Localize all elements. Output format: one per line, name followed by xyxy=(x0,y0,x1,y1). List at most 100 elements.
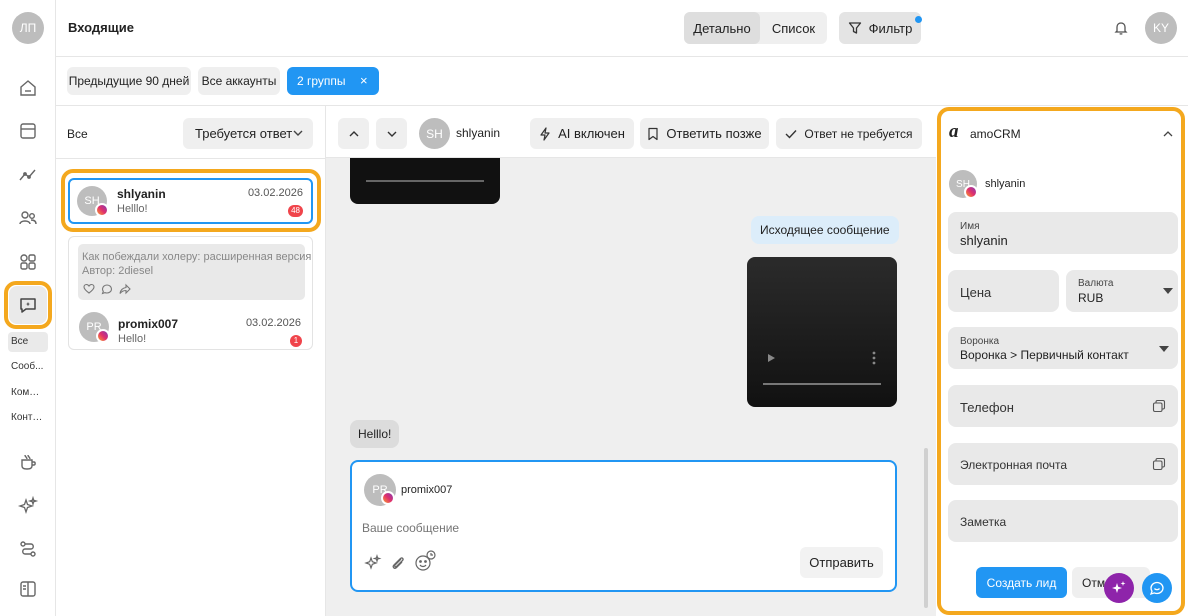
filter-label: Фильтр xyxy=(868,20,913,36)
view-list-button[interactable]: Список xyxy=(760,12,827,44)
view-detail-label: Детально xyxy=(693,20,751,36)
send-button[interactable]: Отправить xyxy=(800,547,883,578)
filter-icon xyxy=(848,21,862,35)
left-rail: ЛП Все Сооб... Комме... Конта... xyxy=(0,0,56,616)
more-vertical-icon[interactable] xyxy=(872,351,876,365)
unread-badge: 48 xyxy=(288,205,303,217)
apps-icon[interactable] xyxy=(17,251,39,273)
quote-author: Автор: 2diesel xyxy=(82,265,154,277)
play-icon[interactable] xyxy=(765,352,777,364)
chat-bubble-icon xyxy=(1149,580,1165,596)
caret-down-icon xyxy=(1163,288,1173,294)
name-field-value: shlyanin xyxy=(960,233,1008,248)
name-field-label: Имя xyxy=(960,221,980,232)
unread-badge: 1 xyxy=(290,335,302,347)
video-message[interactable] xyxy=(350,158,500,204)
reply-later-button[interactable]: Ответить позже xyxy=(640,118,769,149)
book-icon[interactable] xyxy=(17,578,39,600)
sparkle-icon[interactable] xyxy=(17,495,39,517)
emoji-timer-icon[interactable] xyxy=(413,550,437,572)
name-field[interactable]: Имя shlyanin xyxy=(948,212,1178,254)
lightning-icon xyxy=(539,126,551,141)
ai-toggle-button[interactable]: AI включен xyxy=(530,118,634,149)
ai-label: AI включен xyxy=(558,126,625,141)
period-chip[interactable]: Предыдущие 90 дней xyxy=(67,67,191,95)
user-avatar[interactable]: ЛП xyxy=(12,12,44,44)
view-detail-button[interactable]: Детально xyxy=(684,12,760,44)
caret-down-icon xyxy=(1159,346,1169,352)
groups-chip[interactable]: 2 группы × xyxy=(287,67,379,95)
subnav-all[interactable]: Все xyxy=(8,332,48,352)
inbox-nav-button[interactable] xyxy=(9,286,47,324)
avatar-initials: SH xyxy=(426,126,443,141)
groups-clear-icon[interactable]: × xyxy=(360,73,368,88)
users-icon[interactable] xyxy=(17,207,39,229)
send-label: Отправить xyxy=(809,555,874,570)
conversation-name: shlyanin xyxy=(117,187,166,201)
share-icon xyxy=(119,283,131,295)
sparkle-icon xyxy=(1111,580,1127,596)
accounts-label: Все аккаунты xyxy=(201,74,277,88)
status-dropdown-label: Требуется ответ xyxy=(195,126,293,141)
sparkle-icon[interactable] xyxy=(364,554,382,572)
amocrm-logo-icon: a xyxy=(949,121,959,142)
home-icon[interactable] xyxy=(17,77,39,99)
crm-panel: a amoCRM SH shlyanin Имя shlyanin Цена В… xyxy=(936,106,1188,616)
instagram-icon xyxy=(95,203,109,217)
conversation-item[interactable]: Как побеждали холеру: расширенная версия… xyxy=(68,236,313,350)
bookmark-icon xyxy=(647,127,659,141)
chat-area: Исходящее сообщение Helllo! PR promix007… xyxy=(326,158,936,616)
filter-active-dot xyxy=(915,16,922,23)
chevron-up-icon xyxy=(349,130,359,138)
reply-later-label: Ответить позже xyxy=(666,126,762,141)
crm-contact-name: shlyanin xyxy=(985,178,1026,190)
currency-select[interactable]: Валюта RUB xyxy=(1066,270,1178,312)
composer-username: promix007 xyxy=(401,484,453,496)
chat-header: SH shlyanin AI включен Ответить позже От… xyxy=(326,106,936,158)
status-dropdown[interactable]: Требуется ответ xyxy=(183,118,313,149)
period-label: Предыдущие 90 дней xyxy=(68,74,190,88)
note-field[interactable]: Заметка xyxy=(948,500,1178,542)
flow-icon[interactable] xyxy=(17,538,39,560)
message-input[interactable] xyxy=(362,518,792,538)
video-message[interactable] xyxy=(747,257,897,407)
price-field[interactable]: Цена xyxy=(948,270,1059,312)
prev-conversation-button[interactable] xyxy=(338,118,369,149)
support-chat-button[interactable] xyxy=(1142,573,1172,603)
inbox-icon xyxy=(17,294,39,316)
account-initials: KY xyxy=(1152,21,1169,35)
chat-scrollbar[interactable] xyxy=(924,448,928,608)
conversation-item[interactable]: SH shlyanin Helllo! 03.02.2026 48 xyxy=(68,178,313,224)
analytics-icon[interactable] xyxy=(17,164,39,186)
paperclip-icon[interactable] xyxy=(389,554,407,572)
subnav-comments[interactable]: Комме... xyxy=(8,383,48,403)
conversation-list-panel: Все Требуется ответ SH shlyanin Helllo! … xyxy=(56,106,326,616)
copy-icon[interactable] xyxy=(1152,399,1166,413)
message-composer: PR promix007 Отправить xyxy=(350,460,897,592)
coffee-icon[interactable] xyxy=(17,451,39,473)
subnav-messages[interactable]: Сооб... xyxy=(8,357,48,377)
phone-field[interactable]: Телефон xyxy=(948,385,1178,427)
view-toggle: Детально Список xyxy=(684,12,827,44)
calendar-icon[interactable] xyxy=(17,120,39,142)
subnav-contacts[interactable]: Конта... xyxy=(8,408,48,428)
check-icon xyxy=(785,129,797,139)
filter-button[interactable]: Фильтр xyxy=(839,12,922,44)
chevron-down-icon xyxy=(293,129,303,137)
create-lead-button[interactable]: Создать лид xyxy=(976,567,1067,598)
copy-icon[interactable] xyxy=(1152,457,1166,471)
outgoing-message: Исходящее сообщение xyxy=(751,216,899,244)
top-bar: Входящие Детально Список Фильтр KY xyxy=(56,0,1188,57)
account-avatar[interactable]: KY xyxy=(1145,12,1177,44)
chat-username: shlyanin xyxy=(456,126,501,140)
bell-icon[interactable] xyxy=(1113,20,1129,36)
pipeline-select[interactable]: Воронка Воронка > Первичный контакт xyxy=(948,327,1178,369)
no-reply-needed-button[interactable]: Ответ не требуется xyxy=(776,118,922,149)
ai-assistant-button[interactable] xyxy=(1104,573,1134,603)
conversation-name: promix007 xyxy=(118,317,179,331)
accounts-chip[interactable]: Все аккаунты xyxy=(198,67,280,95)
conversation-preview: Hello! xyxy=(118,333,147,345)
email-field[interactable]: Электронная почта xyxy=(948,443,1178,485)
next-conversation-button[interactable] xyxy=(376,118,407,149)
chevron-up-icon[interactable] xyxy=(1163,130,1173,138)
